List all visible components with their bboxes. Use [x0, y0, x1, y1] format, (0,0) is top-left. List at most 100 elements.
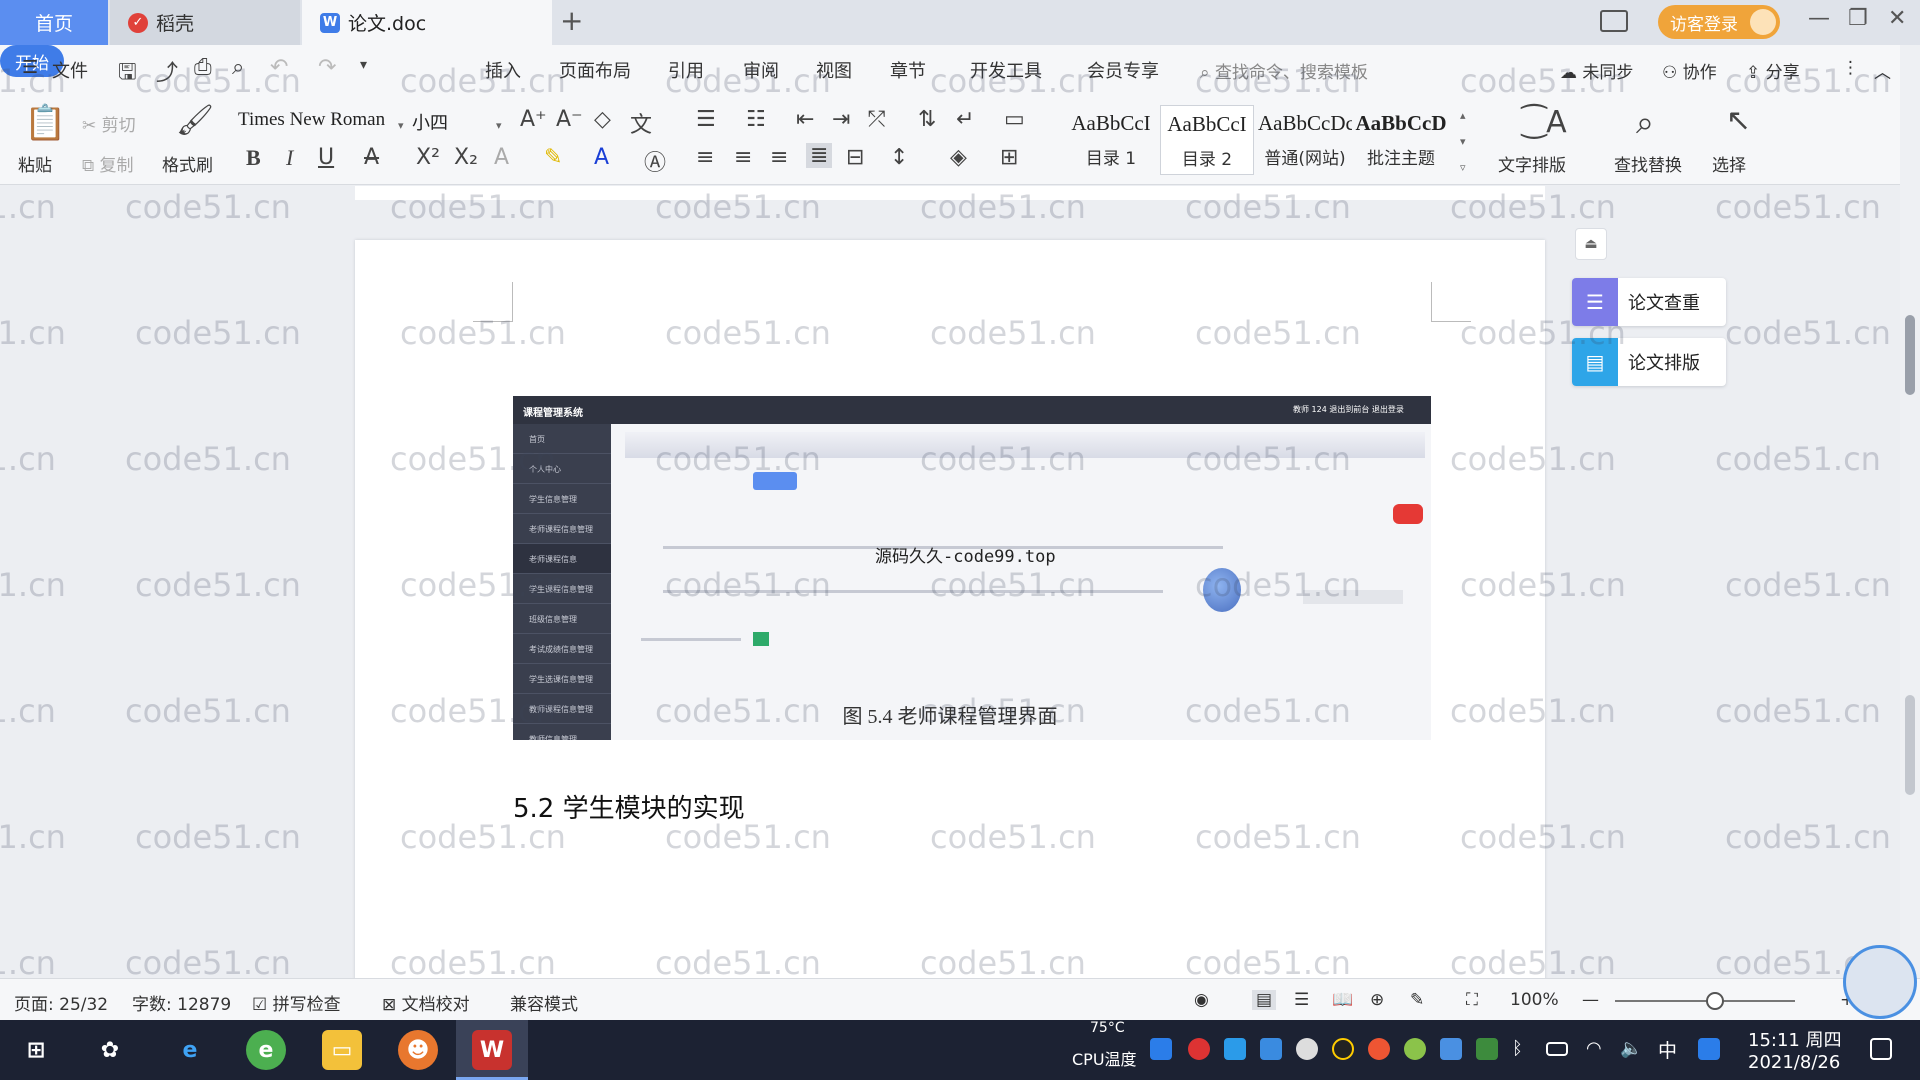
font-size-select[interactable]: 小四	[412, 109, 504, 137]
find-replace-icon[interactable]: ⌕	[1636, 103, 1654, 142]
sync-status[interactable]: ☁ 未同步	[1560, 58, 1633, 83]
tab-page-layout[interactable]: 页面布局	[559, 57, 631, 83]
bullets-icon[interactable]: ☰	[696, 107, 716, 132]
style-normal-web[interactable]: AaBbCcDc 普通(网站)	[1258, 105, 1352, 175]
eye-protect-icon[interactable]: ◉	[1194, 990, 1209, 1010]
tab-member[interactable]: 会员专享	[1087, 57, 1159, 83]
page-view-icon[interactable]: ▤	[1252, 990, 1277, 1010]
bold-icon[interactable]: B	[246, 145, 261, 171]
qq-icon[interactable]	[1332, 1038, 1354, 1060]
tab-insert[interactable]: 插入	[485, 57, 521, 83]
tray-app-icon[interactable]	[1150, 1038, 1172, 1060]
zoom-slider[interactable]	[1615, 1000, 1795, 1002]
window-layout-icon[interactable]	[1600, 10, 1628, 32]
cursor-select-icon[interactable]: ↖	[1726, 103, 1751, 138]
save-icon[interactable]: 🖫	[118, 55, 137, 93]
redo-icon[interactable]: ↷	[318, 55, 336, 80]
ime-indicator[interactable]: 中	[1658, 1036, 1677, 1063]
collapse-ribbon-icon[interactable]: ︿	[1874, 58, 1891, 83]
clock-time[interactable]: 15:11 周四	[1748, 1026, 1842, 1052]
zoom-slider-knob[interactable]	[1706, 992, 1724, 1010]
style-toc-2[interactable]: AaBbCcI 目录 2	[1160, 105, 1254, 175]
tray-app-icon[interactable]	[1404, 1038, 1426, 1060]
align-right-icon[interactable]: ≡	[770, 145, 788, 170]
tab-home[interactable]: 首页	[0, 0, 108, 45]
styles-scroll-up-icon[interactable]: ▴	[1460, 109, 1466, 122]
command-search-input[interactable]: ⌕ 查找命令、搜索模板	[1200, 58, 1368, 83]
search-tray-icon[interactable]	[1698, 1038, 1720, 1060]
zoom-out-icon[interactable]: —	[1582, 990, 1599, 1010]
numbering-icon[interactable]: ☷	[746, 107, 766, 132]
figure-screenshot[interactable]: 课程管理系统 教师 124 退出到前台 退出登录 首页 个人中心 学生信息管理 …	[513, 396, 1431, 740]
show-marks-icon[interactable]: ▭	[1004, 107, 1025, 132]
tab-view[interactable]: 视图	[816, 57, 852, 83]
tab-document[interactable]: W 论文.doc	[302, 0, 552, 45]
bell-icon[interactable]	[1296, 1038, 1318, 1060]
vertical-scrollbar[interactable]	[1900, 45, 1920, 978]
paper-layout-button[interactable]: ▤ 论文排版	[1572, 338, 1726, 386]
tray-app-icon[interactable]	[1188, 1038, 1210, 1060]
char-border-icon[interactable]: Ⓐ	[644, 145, 666, 177]
nvidia-icon[interactable]	[1476, 1038, 1498, 1060]
taskbar-wps-active[interactable]: W	[456, 1020, 528, 1080]
text-layout-button[interactable]: 文字排版	[1498, 151, 1566, 176]
customize-caret-icon[interactable]: ▾	[360, 57, 367, 73]
styles-scroll-down-icon[interactable]: ▾	[1460, 135, 1466, 148]
windows-start-icon[interactable]: ⊞	[16, 1030, 56, 1070]
new-tab-icon[interactable]: +	[560, 4, 583, 37]
ie-browser-icon[interactable]: e	[170, 1030, 210, 1070]
grow-font-icon[interactable]: A⁺	[520, 107, 547, 132]
export-icon[interactable]: ⤴	[156, 55, 178, 87]
notification-icon[interactable]	[1870, 1038, 1892, 1060]
find-replace-button[interactable]: 查找替换	[1614, 151, 1682, 176]
print-preview-icon[interactable]: ⌕	[232, 55, 244, 80]
web-view-icon[interactable]: ⊕	[1370, 990, 1384, 1010]
fan-app-icon[interactable]: ✿	[90, 1030, 130, 1070]
collaborate-button[interactable]: ⚇ 协作	[1662, 58, 1717, 83]
font-name-caret-icon[interactable]: ▾	[398, 119, 404, 132]
bluetooth-icon[interactable]: ᛒ	[1512, 1038, 1534, 1060]
font-color-icon[interactable]: A	[594, 145, 609, 170]
proofread-button[interactable]: ⊠ 文档校对	[382, 990, 470, 1015]
tab-daoke[interactable]: ✓ 稻壳	[110, 0, 300, 45]
decrease-indent-icon[interactable]: ⇤	[796, 107, 814, 132]
document-page[interactable]: 课程管理系统 教师 124 退出到前台 退出登录 首页 个人中心 学生信息管理 …	[355, 240, 1545, 978]
assistant-bubble-icon[interactable]	[1843, 945, 1917, 1019]
browser-360-icon[interactable]: e	[246, 1030, 286, 1070]
volume-icon[interactable]: 🔈	[1620, 1038, 1642, 1060]
copy-button[interactable]: ⧉ 复制	[82, 151, 134, 176]
undo-icon[interactable]: ↶	[270, 55, 288, 80]
zoom-level[interactable]: 100%	[1510, 990, 1559, 1010]
wps-icon[interactable]: W	[472, 1030, 512, 1070]
underline-icon[interactable]: U	[318, 145, 334, 170]
style-toc-1[interactable]: AaBbCcI 目录 1	[1064, 105, 1158, 175]
fit-page-icon[interactable]: ⛶	[1466, 990, 1478, 1010]
game-app-icon[interactable]: ☻	[398, 1030, 438, 1070]
font-name-select[interactable]: Times New Roman	[238, 109, 408, 137]
guest-login-button[interactable]: 访客登录	[1658, 5, 1780, 39]
text-layout-icon[interactable]: ⁐A	[1522, 105, 1567, 140]
wifi-icon[interactable]: ◠	[1586, 1038, 1608, 1060]
battery-icon[interactable]	[1546, 1042, 1568, 1056]
share-button[interactable]: ⇪ 分享	[1746, 58, 1800, 83]
distributed-icon[interactable]: ⊟	[846, 145, 864, 170]
font-size-caret-icon[interactable]: ▾	[496, 119, 502, 132]
text-direction-icon[interactable]: ⤱	[868, 107, 886, 132]
page-indicator[interactable]: 页面: 25/32	[14, 990, 108, 1015]
shield-icon[interactable]	[1260, 1038, 1282, 1060]
style-comment-subject[interactable]: AaBbCcD 批注主题	[1354, 105, 1448, 175]
text-effect-icon[interactable]: A	[494, 145, 509, 170]
sort-icon[interactable]: ⇅	[918, 107, 936, 132]
restore-icon[interactable]: ❐	[1848, 6, 1868, 31]
file-explorer-icon[interactable]: ▭	[322, 1030, 362, 1070]
scrollbar-thumb[interactable]	[1905, 315, 1915, 395]
spell-check-button[interactable]: ☑ 拼写检查	[252, 990, 341, 1015]
format-painter-button[interactable]: 格式刷	[162, 151, 213, 176]
clock-date[interactable]: 2021/8/26	[1748, 1052, 1840, 1073]
align-left-icon[interactable]: ≡	[696, 145, 714, 170]
shading-icon[interactable]: ◈	[950, 145, 967, 170]
tab-review[interactable]: 审阅	[743, 57, 779, 83]
increase-indent-icon[interactable]: ⇥	[832, 107, 850, 132]
read-view-icon[interactable]: 📖	[1332, 990, 1353, 1010]
pinyin-guide-icon[interactable]: 文	[630, 107, 652, 139]
